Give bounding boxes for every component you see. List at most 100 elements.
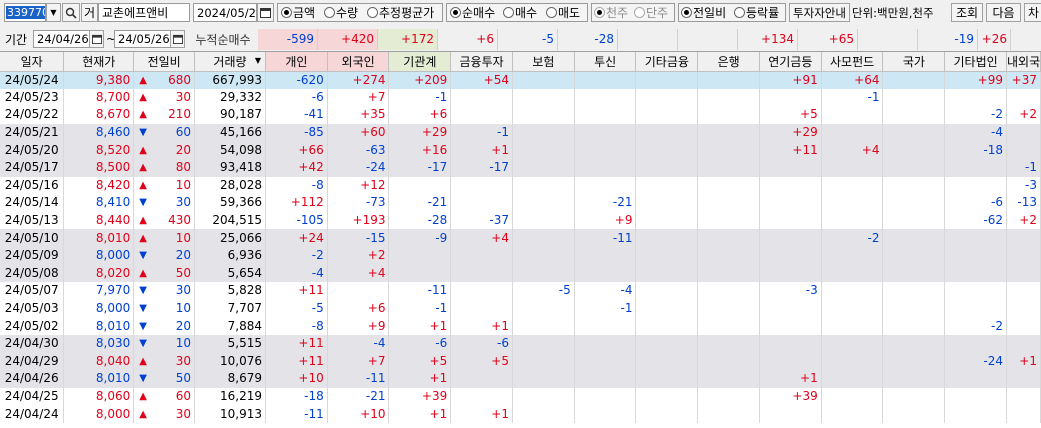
column-header[interactable]: 일자 (0, 52, 65, 72)
to-calendar-button[interactable] (170, 30, 185, 48)
table-row[interactable]: 24/05/23 8,700 ▲ 30 29,332 -6 +7 -1 -1 (0, 88, 1041, 107)
radio-dot-icon (281, 7, 292, 18)
calendar-icon (260, 8, 271, 18)
stock-code-input[interactable]: 339770 (4, 3, 46, 22)
radio-single-shares[interactable]: 단주 (634, 3, 668, 22)
column-header[interactable]: 거래량 ▼ (194, 52, 266, 72)
investor-value-cell (635, 405, 699, 423)
search-type-button[interactable]: 거 (81, 3, 98, 22)
investor-value-cell (635, 88, 699, 107)
investor-value-cell (512, 88, 575, 107)
investor-value-cell (759, 299, 822, 318)
radio-prev-day[interactable]: 전일비 (681, 3, 726, 22)
column-header[interactable]: 기타법인 (944, 52, 1007, 72)
change-cell: ▼ 30 (133, 282, 195, 300)
table-row[interactable]: 24/05/17 8,500 ▲ 80 93,418 +42 -24 -17 -17 -1 (0, 158, 1041, 177)
investor-value-cell: +39 (759, 387, 822, 406)
change-cell: ▼ 10 (133, 334, 195, 353)
company-name-field[interactable]: 교촌에프앤비 (98, 3, 190, 22)
table-row[interactable]: 24/05/10 8,010 ▲ 10 25,066 +24 -15 -9 +4 -11 -2 (0, 229, 1041, 247)
change-value: 10 (175, 301, 191, 316)
investor-value-cell (821, 370, 884, 388)
investor-value-cell (388, 246, 452, 265)
radio-label: 매도 (558, 6, 581, 20)
column-header[interactable]: 보험 (512, 52, 575, 72)
column-header[interactable]: 은행 (697, 52, 760, 72)
table-row[interactable]: 24/05/21 8,460 ▼ 60 45,166 -85 +60 +29 -1 +29 -4 (0, 123, 1041, 142)
calendar-icon (172, 34, 183, 44)
radio-change-rate[interactable]: 등락률 (734, 3, 779, 22)
change-value: 10 (175, 336, 191, 351)
table-row[interactable]: 24/05/24 9,380 ▲ 680 667,993 -620 +274 +209 +54 +… (0, 71, 1041, 89)
radio-sell[interactable]: 매도 (546, 3, 580, 22)
investor-value-cell: -6 (265, 88, 328, 107)
search-submit-button[interactable]: 조회 (951, 3, 983, 22)
column-header[interactable]: 개인 (265, 52, 328, 72)
investor-value-cell: -8 (265, 317, 328, 335)
column-header[interactable]: 사모펀드 (821, 52, 884, 72)
table-row[interactable]: 24/04/26 8,010 ▼ 50 8,679 +10 -11 +1 +1 (0, 370, 1041, 388)
investor-value-cell: -73 (327, 194, 390, 212)
table-row[interactable]: 24/04/30 8,030 ▼ 10 5,515 +11 -4 -6 -6 (0, 334, 1041, 353)
radio-avg-price[interactable]: 추정평균가 (367, 3, 434, 22)
radio-net-buy[interactable]: 순매수 (450, 3, 495, 22)
table-row[interactable]: 24/05/14 8,410 ▼ 30 59,366 +112 -73 -21 -21 -6 -13 (0, 194, 1041, 212)
table-row[interactable]: 24/05/07 7,970 ▼ 30 5,828 +11 -11 -5 -4 -3 (0, 282, 1041, 300)
investor-value-cell (512, 405, 575, 423)
table-row[interactable]: 24/04/29 8,040 ▲ 30 10,076 +11 +7 +5 +5 -24 +1 (0, 352, 1041, 371)
column-header[interactable]: 기타금융 (635, 52, 699, 72)
radio-quantity[interactable]: 수량 (324, 3, 358, 22)
period-to-field[interactable]: 24/05/26 (114, 30, 171, 48)
investor-value-cell (635, 282, 699, 300)
column-header[interactable]: 외국인 (327, 52, 390, 72)
sort-down-icon[interactable]: ▼ (255, 56, 261, 65)
investor-value-cell (388, 264, 452, 283)
volume-cell: 54,098 (194, 141, 266, 159)
table-row[interactable]: 24/04/24 8,000 ▲ 30 10,913 -11 +10 +1 +1 (0, 405, 1041, 423)
radio-buy[interactable]: 매수 (503, 3, 537, 22)
investor-value-cell (821, 352, 884, 371)
more-button[interactable]: 차 (1024, 3, 1041, 22)
from-calendar-button[interactable] (89, 30, 104, 48)
column-header[interactable]: 현재가 (63, 52, 135, 72)
table-row[interactable]: 24/05/08 8,020 ▲ 50 5,654 -4 +4 (0, 264, 1041, 283)
investor-value-cell: -1 (388, 88, 452, 107)
column-header[interactable]: 기관계 (388, 52, 452, 72)
radio-amount[interactable]: 금액 (281, 3, 315, 22)
period-from-field[interactable]: 24/04/26 (33, 30, 90, 48)
column-header[interactable]: 투신 (574, 52, 637, 72)
investor-table[interactable]: 일자 현재가 전일비 거래량 ▼ 개인 외국인 기관계 금융투자 보험 투신 기타금융 은행 연기금등 사모… (0, 51, 1041, 428)
arrow-down-icon: ▼ (139, 197, 147, 209)
calendar-button[interactable] (257, 3, 274, 22)
investor-value-cell (1006, 370, 1041, 388)
radio-thousand-shares[interactable]: 천주 (594, 3, 628, 22)
investor-info-button[interactable]: 투자자안내 (789, 3, 850, 22)
investor-value-cell: +66 (265, 141, 328, 159)
table-row[interactable]: 24/05/03 8,000 ▼ 10 7,707 -5 +6 -1 -1 (0, 299, 1041, 318)
code-dropdown-button[interactable]: ▼ (46, 3, 61, 22)
table-row[interactable]: 24/05/02 8,010 ▼ 20 7,884 -8 +9 +1 +1 -2 (0, 317, 1041, 335)
table-row[interactable]: 24/05/22 8,670 ▲ 210 90,187 -41 +35 +6 +5 -2 +2 (0, 106, 1041, 124)
column-header[interactable]: 내외국인 (1006, 52, 1041, 72)
table-row[interactable]: 24/05/09 8,000 ▼ 20 6,936 -2 +2 (0, 246, 1041, 265)
date-field[interactable]: 2024/05/26 (193, 3, 257, 22)
search-button[interactable] (62, 3, 80, 22)
column-header[interactable]: 금융투자 (450, 52, 513, 72)
investor-value-cell: -2 (944, 106, 1007, 124)
table-row[interactable]: 24/05/16 8,420 ▲ 10 28,028 -8 +12 -3 (0, 176, 1041, 195)
table-row[interactable]: 24/05/20 8,520 ▲ 20 54,098 +66 -63 +16 +1 +11 +4 -1… (0, 141, 1041, 159)
next-button[interactable]: 다음 (986, 3, 1021, 22)
investor-value-cell (821, 246, 884, 265)
table-row[interactable]: 24/05/13 8,440 ▲ 430 204,515 -105 +193 -28 -37 +9… (0, 211, 1041, 230)
table-row[interactable]: 24/04/25 8,060 ▲ 60 16,219 -18 -21 +39 +39 (0, 387, 1041, 406)
investor-value-cell (944, 176, 1007, 195)
investor-value-cell (697, 211, 760, 230)
radio-dot-icon (634, 7, 645, 18)
column-header[interactable]: 연기금등 (759, 52, 822, 72)
column-header[interactable]: 전일비 (133, 52, 195, 72)
change-cell: ▲ 210 (133, 106, 195, 124)
period-bar: 기간 24/04/26 ~ 24/05/26 누적순매수 -599 +420 +17… (0, 29, 1041, 51)
arrow-down-icon: ▼ (139, 373, 147, 385)
investor-value-cell: -4 (327, 334, 390, 353)
column-header[interactable]: 국가 (882, 52, 946, 72)
